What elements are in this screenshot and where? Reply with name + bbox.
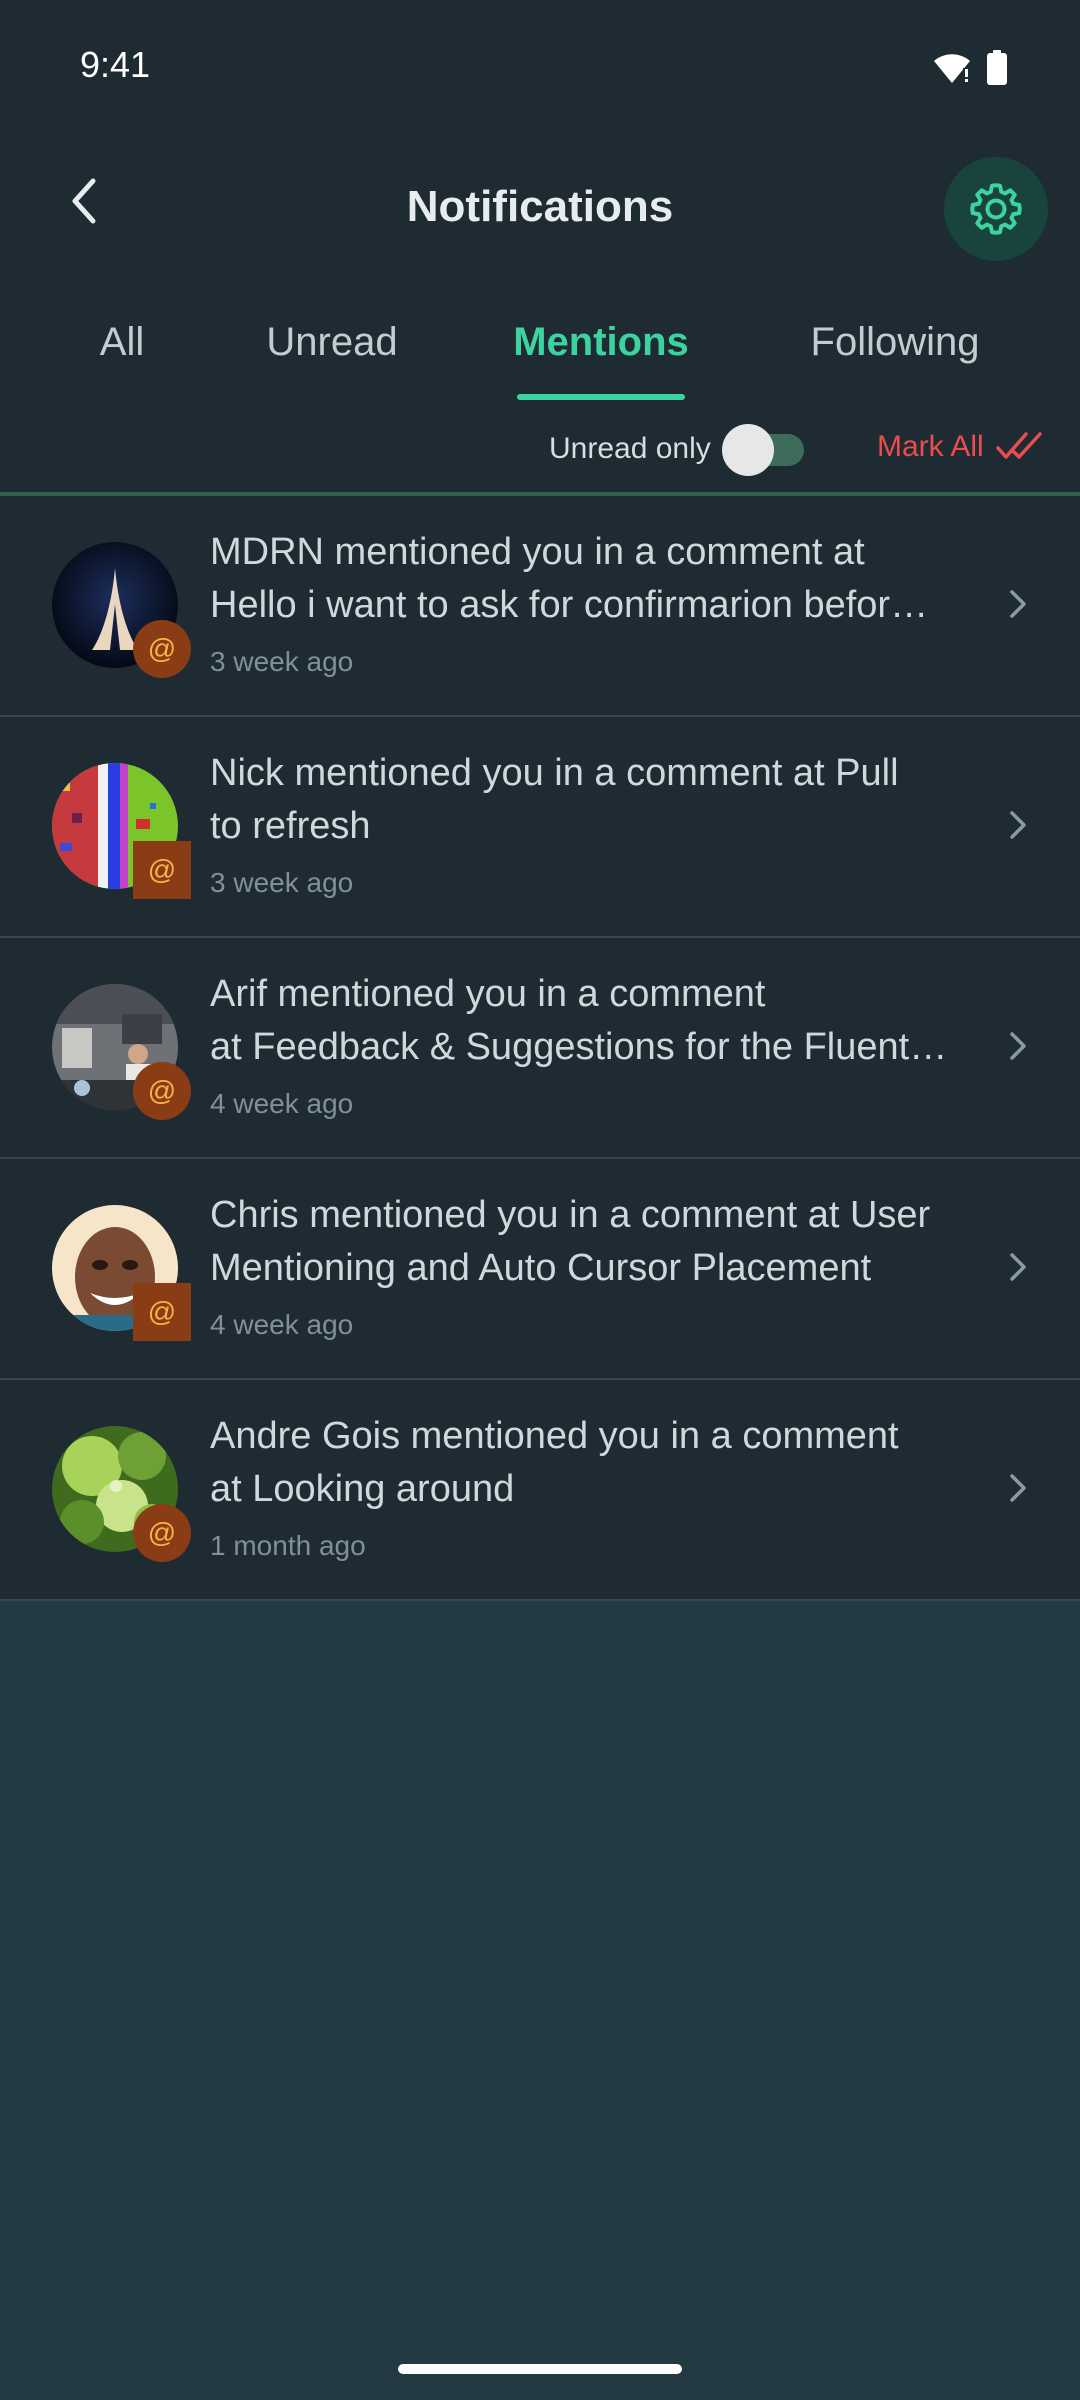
tab-unread[interactable]: Unread — [266, 320, 397, 365]
chevron-right-icon — [1010, 590, 1026, 618]
mention-badge: @ — [133, 620, 191, 678]
notification-line-1: Chris mentioned you in a comment at User — [210, 1194, 931, 1236]
at-sign-icon: @ — [147, 1075, 177, 1106]
notification-time: 4 week ago — [210, 1088, 354, 1119]
status-icons — [932, 50, 1008, 86]
notification-line-2: at Looking around — [210, 1468, 515, 1510]
settings-button[interactable] — [944, 157, 1048, 261]
header-area: 9:41 Notifications All Unread Mentions F… — [0, 0, 1080, 495]
gear-icon — [970, 183, 1022, 235]
notification-list: @ MDRN mentioned you in a comment at Hel… — [0, 496, 1080, 1601]
at-sign-icon: @ — [147, 633, 177, 664]
notifications-screen: 9:41 Notifications All Unread Mentions F… — [0, 0, 1080, 2400]
notification-time: 3 week ago — [210, 646, 354, 677]
notification-line-1: Andre Gois mentioned you in a comment — [210, 1415, 899, 1457]
tab-bar: All Unread Mentions Following — [0, 310, 1080, 400]
notification-item[interactable]: @ Arif mentioned you in a comment at Fee… — [0, 938, 1080, 1159]
notification-item[interactable]: @ Chris mentioned you in a comment at Us… — [0, 1159, 1080, 1380]
notification-text: Nick mentioned you in a comment at Pull … — [210, 747, 980, 853]
mark-all-label: Mark All — [877, 430, 984, 463]
filter-bar: Unread only Mark All — [0, 412, 1080, 482]
notification-time: 3 week ago — [210, 867, 354, 898]
at-sign-icon: @ — [147, 1296, 177, 1327]
unread-only-label: Unread only — [549, 432, 711, 465]
notification-line-1: MDRN mentioned you in a comment at — [210, 531, 865, 573]
notification-line-2: at Feedback & Suggestions for the Fluent… — [210, 1026, 948, 1068]
notification-line-1: Arif mentioned you in a comment — [210, 973, 766, 1015]
mention-badge: @ — [133, 1062, 191, 1120]
at-sign-icon: @ — [147, 1517, 177, 1548]
notification-text: MDRN mentioned you in a comment at Hello… — [210, 526, 980, 632]
tab-mentions[interactable]: Mentions — [513, 320, 689, 365]
active-tab-indicator — [517, 394, 685, 400]
notification-text: Andre Gois mentioned you in a comment at… — [210, 1410, 980, 1516]
chevron-right-icon — [1010, 811, 1026, 839]
notification-item[interactable]: @ Andre Gois mentioned you in a comment … — [0, 1380, 1080, 1601]
notification-time: 1 month ago — [210, 1530, 366, 1561]
mention-badge: @ — [133, 841, 191, 899]
notification-text: Chris mentioned you in a comment at User… — [210, 1189, 980, 1295]
notification-time: 4 week ago — [210, 1309, 354, 1340]
status-time: 9:41 — [80, 44, 151, 85]
notification-item[interactable]: @ MDRN mentioned you in a comment at Hel… — [0, 496, 1080, 717]
mention-badge: @ — [133, 1283, 191, 1341]
at-sign-icon: @ — [147, 854, 177, 885]
tab-following[interactable]: Following — [811, 320, 980, 365]
notification-item[interactable]: @ Nick mentioned you in a comment at Pul… — [0, 717, 1080, 938]
tab-all[interactable]: All — [100, 320, 144, 365]
notification-line-2: to refresh — [210, 805, 371, 847]
home-indicator[interactable] — [398, 2364, 682, 2374]
chevron-right-icon — [1010, 1253, 1026, 1281]
toggle-knob — [722, 424, 774, 476]
notification-line-2: Hello i want to ask for confirmarion bef… — [210, 584, 929, 626]
notification-line-2: Mentioning and Auto Cursor Placement — [210, 1247, 872, 1289]
chevron-right-icon — [1010, 1474, 1026, 1502]
battery-icon — [987, 50, 1007, 85]
mark-all-button[interactable]: Mark All — [877, 430, 1046, 464]
double-check-icon — [995, 432, 1042, 459]
notification-text: Arif mentioned you in a comment at Feedb… — [210, 968, 980, 1074]
mention-badge: @ — [133, 1504, 191, 1562]
chevron-right-icon — [1010, 1032, 1026, 1060]
unread-only-toggle[interactable] — [722, 424, 806, 476]
notification-line-1: Nick mentioned you in a comment at Pull — [210, 752, 899, 794]
wifi-icon — [934, 54, 970, 83]
page-title: Notifications — [406, 182, 674, 231]
